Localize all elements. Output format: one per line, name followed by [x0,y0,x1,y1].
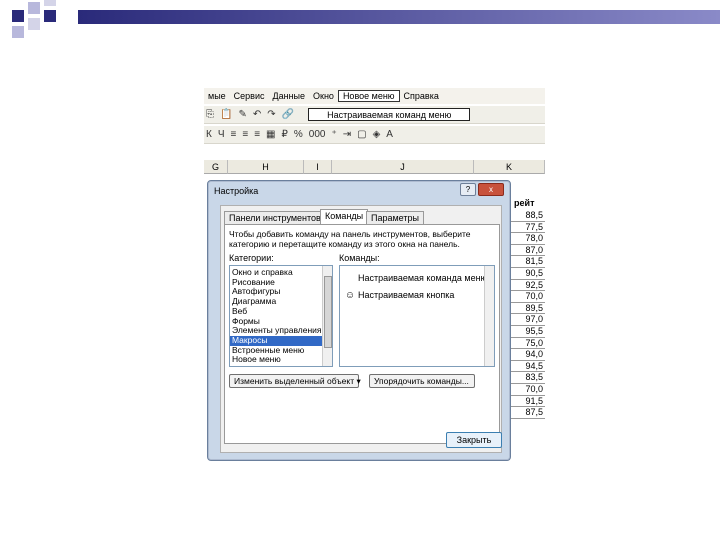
column-header-I[interactable]: I [304,160,332,174]
scroll-thumb[interactable] [324,276,332,348]
cell-value[interactable]: 97,0 [506,314,545,326]
cell-value[interactable]: 94,5 [506,361,545,373]
cell-value[interactable]: 95,5 [506,326,545,338]
cell-value[interactable]: 70,0 [506,291,545,303]
command-label: Настраиваемая кнопка [358,290,455,300]
fill-color-icon[interactable]: ◈ [373,129,381,140]
decor-square [12,10,24,22]
cell-value[interactable]: 87,0 [506,245,545,257]
paste-icon[interactable]: 📋 [220,109,232,120]
cell-value[interactable]: 91,5 [506,396,545,408]
tab-toolbars[interactable]: Панели инструментов [224,211,326,225]
categories-scrollbar[interactable] [322,266,332,366]
commands-scrollbar[interactable] [484,266,494,366]
decor-square [44,10,56,22]
decor-square [12,26,24,38]
merge-icon[interactable]: ▦ [266,129,275,140]
close-icon[interactable]: x [478,183,504,196]
menu-item-service[interactable]: Сервис [230,91,269,101]
menu-item-window[interactable]: Окно [309,91,338,101]
thousands-icon[interactable]: 000 [309,129,326,140]
commands-list[interactable]: Настраиваемая команда меню ☺ Настраиваем… [339,265,495,367]
align-center-icon[interactable]: ≡ [242,129,248,140]
help-button[interactable]: ? [460,183,476,196]
close-button[interactable]: Закрыть [446,432,502,448]
column-header-J[interactable]: J [332,160,474,174]
column-header-K[interactable]: K [474,160,545,174]
category-item[interactable]: Новое меню [230,355,332,365]
instructions-text: Чтобы добавить команду на панель инструм… [229,229,471,249]
underline-icon[interactable]: Ч [218,129,225,140]
font-color-icon[interactable]: A [386,129,393,140]
cell-value[interactable]: 92,5 [506,280,545,292]
increase-decimal-icon[interactable]: ⁺ [331,129,336,140]
cell-value[interactable]: 88,5 [506,210,545,222]
command-custom-menu-item[interactable]: Настраиваемая команда меню [342,271,492,285]
percent-icon[interactable]: % [294,129,303,140]
rating-values: 88,5 77,5 78,0 87,0 81,5 90,5 92,5 70,0 89,5 97,0… [506,210,545,419]
menu-item-data[interactable]: Данные [269,91,310,101]
tab-options[interactable]: Параметры [366,211,424,225]
format-painter-icon[interactable]: ✎ [238,109,246,120]
decor-square [28,18,40,30]
align-right-icon[interactable]: ≡ [254,129,260,140]
rearrange-commands-button[interactable]: Упорядочить команды... [369,374,475,388]
cell-value[interactable]: 89,5 [506,303,545,315]
tab-commands[interactable]: Команды [320,209,369,225]
slide-top-bar [78,10,720,24]
decor-square [28,2,40,14]
commands-tab-body: Чтобы добавить команду на панель инструм… [224,224,500,444]
menu-item-new-menu[interactable]: Новое меню [337,90,400,102]
cell-value[interactable]: 94,0 [506,349,545,361]
menu-item[interactable]: мые [204,91,230,101]
menu-bar: мые Сервис Данные Окно Новое меню Справк… [204,88,545,104]
column-header-G[interactable]: G [204,160,228,174]
standard-toolbar: ⎘ 📋 ✎ ↶ ↷ 🔗 Настраиваемая команд меню [204,106,545,124]
customize-dialog: Настройка ? x Панели инструментов Команд… [207,180,511,461]
cell-value[interactable]: 78,0 [506,233,545,245]
italic-icon[interactable]: К [206,129,212,140]
smiley-icon: ☺ [344,289,356,301]
command-custom-button[interactable]: ☺ Настраиваемая кнопка [342,288,492,302]
align-left-icon[interactable]: ≡ [231,129,237,140]
hyperlink-icon[interactable]: 🔗 [282,109,294,120]
categories-list[interactable]: Окно и справка Рисование Автофигуры Диаграм… [229,265,333,367]
column-header-H[interactable]: H [228,160,304,174]
cell-value[interactable]: 87,5 [506,407,545,419]
cell-value[interactable]: 90,5 [506,268,545,280]
borders-icon[interactable]: ▢ [357,129,366,140]
menu-item-help[interactable]: Справка [400,91,443,101]
currency-icon[interactable]: ₽ [281,129,287,140]
copy-icon[interactable]: ⎘ [206,109,214,120]
undo-icon[interactable]: ↶ [253,109,261,120]
cell-value[interactable]: 75,0 [506,338,545,350]
formatting-toolbar: К Ч ≡ ≡ ≡ ▦ ₽ % 000 ⁺ ⇥ ▢ ◈ A [204,126,545,144]
custom-menu-command-button[interactable]: Настраиваемая команд меню [308,108,471,121]
categories-label: Категории: [229,253,274,263]
modify-selection-button[interactable]: Изменить выделенный объект ▾ [229,374,361,388]
command-label: Настраиваемая команда меню [358,273,488,283]
cell-value[interactable]: 70,0 [506,384,545,396]
redo-icon[interactable]: ↷ [267,109,275,120]
decor-square [44,0,56,6]
cell-value[interactable]: 77,5 [506,222,545,234]
dialog-title: Настройка [214,186,259,196]
cell-value[interactable]: 83,5 [506,372,545,384]
commands-label: Команды: [339,253,380,263]
indent-icon[interactable]: ⇥ [343,129,351,140]
dialog-titlebar: Настройка ? x [208,181,510,201]
cell-value[interactable]: 81,5 [506,256,545,268]
